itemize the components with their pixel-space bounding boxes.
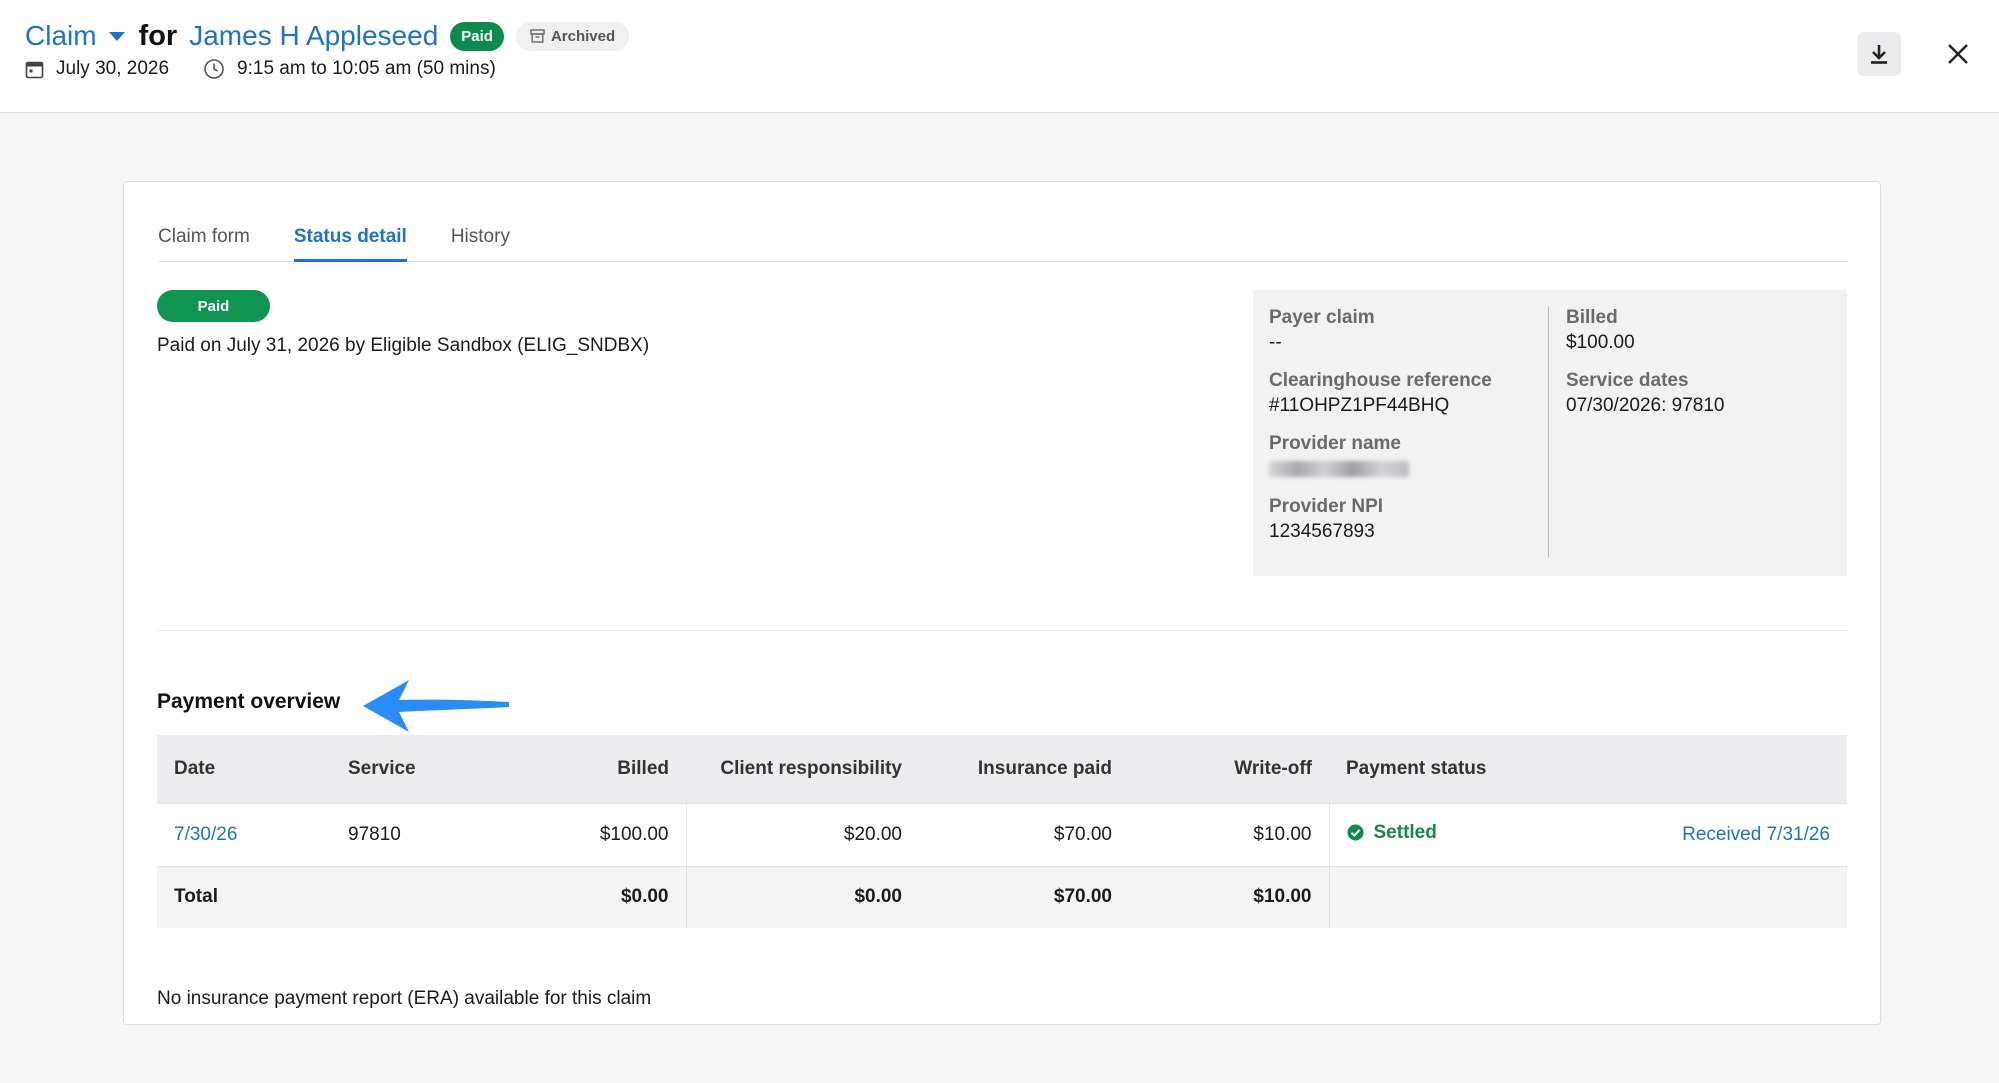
total-write-off: $10.00 xyxy=(1129,865,1329,928)
claim-summary-panel: Payer claim -- Clearinghouse reference #… xyxy=(1253,290,1847,576)
table-header-row: Date Service Billed Client responsibilit… xyxy=(157,735,1847,803)
client-name-link[interactable]: James H Appleseed xyxy=(189,20,438,52)
paid-detail-text: Paid on July 31, 2026 by Eligible Sandbo… xyxy=(157,335,650,356)
row-insurance-paid: $70.00 xyxy=(919,802,1129,866)
status-badge: Paid xyxy=(450,21,504,51)
title-for: for xyxy=(138,19,178,52)
tab-status-detail[interactable]: Status detail xyxy=(293,222,407,262)
total-label: Total xyxy=(157,865,331,928)
row-service: 97810 xyxy=(331,802,475,866)
section-divider xyxy=(157,630,1847,631)
clearinghouse-field: Clearinghouse reference #11OHPZ1PF44BHQ xyxy=(1269,369,1549,432)
no-era-message: No insurance payment report (ERA) availa… xyxy=(157,988,652,1009)
col-received xyxy=(1582,735,1847,803)
col-client-responsibility: Client responsibility xyxy=(686,735,919,803)
clock-icon xyxy=(204,59,224,79)
total-received xyxy=(1582,865,1847,928)
provider-name-redacted xyxy=(1269,461,1409,477)
total-client-responsibility: $0.00 xyxy=(685,865,919,928)
row-date-link[interactable]: 7/30/26 xyxy=(174,824,237,845)
total-billed: $0.00 xyxy=(475,865,686,928)
payer-claim-field: Payer claim -- xyxy=(1269,306,1549,369)
billed-value: $100.00 xyxy=(1566,332,1635,353)
payer-claim-label: Payer claim xyxy=(1269,307,1375,328)
table-row: 7/30/26 97810 $100.00 $20.00 $70.00 $10.… xyxy=(157,802,1847,866)
title-row: Claim for James H Appleseed Paid Archive… xyxy=(25,19,630,52)
arrow-annotation-icon xyxy=(363,680,509,732)
summary-right-column: Billed $100.00 Service dates 07/30/2026:… xyxy=(1566,306,1826,432)
payment-status-settled: Settled xyxy=(1347,822,1437,844)
claim-type-dropdown[interactable]: Claim xyxy=(25,20,97,52)
appointment-meta: July 30, 2026 9:15 am to 10:05 am (50 mi… xyxy=(25,58,496,80)
total-status xyxy=(1328,865,1583,928)
tab-bar: Claim form Status detail History xyxy=(158,222,1848,262)
provider-npi-field: Provider NPI 1234567893 xyxy=(1269,495,1549,558)
appointment-date: July 30, 2026 xyxy=(56,58,170,79)
total-service xyxy=(331,865,475,928)
provider-name-field: Provider name xyxy=(1269,432,1549,495)
col-date: Date xyxy=(157,735,331,803)
archived-badge: Archived xyxy=(515,21,630,51)
row-write-off: $10.00 xyxy=(1129,802,1329,866)
service-dates-field: Service dates 07/30/2026: 97810 xyxy=(1566,369,1826,432)
close-icon xyxy=(1948,44,1968,64)
col-write-off: Write-off xyxy=(1129,735,1329,803)
clearinghouse-value: #11OHPZ1PF44BHQ xyxy=(1269,395,1450,416)
service-dates-value: 07/30/2026: 97810 xyxy=(1566,395,1725,416)
payment-overview-title: Payment overview xyxy=(157,690,341,713)
calendar-icon xyxy=(25,61,44,78)
archive-icon xyxy=(530,29,545,43)
table-total-row: Total $0.00 $0.00 $70.00 $10.00 xyxy=(157,865,1847,928)
billed-label: Billed xyxy=(1566,307,1618,328)
download-button[interactable] xyxy=(1857,32,1901,76)
provider-npi-label: Provider NPI xyxy=(1269,496,1384,517)
claim-header: Claim for James H Appleseed Paid Archive… xyxy=(0,0,1999,113)
row-billed: $100.00 xyxy=(475,802,686,866)
check-circle-icon xyxy=(1347,824,1363,841)
claim-card: Claim form Status detail History Paid Pa… xyxy=(123,181,1881,1025)
archived-label: Archived xyxy=(550,27,616,45)
col-payment-status: Payment status xyxy=(1329,735,1583,803)
payment-table: Date Service Billed Client responsibilit… xyxy=(157,735,1847,928)
col-insurance-paid: Insurance paid xyxy=(919,735,1129,803)
claim-status-pill: Paid xyxy=(157,290,270,322)
col-service: Service xyxy=(331,735,475,803)
received-date-link[interactable]: Received 7/31/26 xyxy=(1682,824,1830,845)
clearinghouse-label: Clearinghouse reference xyxy=(1269,370,1492,391)
tab-history[interactable]: History xyxy=(451,222,510,262)
chevron-down-icon[interactable] xyxy=(108,31,125,41)
row-client-responsibility: $20.00 xyxy=(685,802,919,866)
col-billed: Billed xyxy=(475,735,686,803)
settled-label: Settled xyxy=(1373,821,1437,843)
download-icon xyxy=(1871,45,1887,64)
provider-npi-value: 1234567893 xyxy=(1269,521,1375,542)
appointment-time: 9:15 am to 10:05 am (50 mins) xyxy=(237,58,496,79)
service-dates-label: Service dates xyxy=(1566,370,1689,391)
summary-divider xyxy=(1548,306,1549,558)
summary-left-column: Payer claim -- Clearinghouse reference #… xyxy=(1269,306,1549,558)
payer-claim-value: -- xyxy=(1269,332,1282,353)
close-button[interactable] xyxy=(1940,36,1976,72)
billed-field: Billed $100.00 xyxy=(1566,306,1826,369)
total-insurance-paid: $70.00 xyxy=(919,865,1129,928)
provider-name-label: Provider name xyxy=(1269,433,1401,454)
tab-claim-form[interactable]: Claim form xyxy=(158,222,250,262)
